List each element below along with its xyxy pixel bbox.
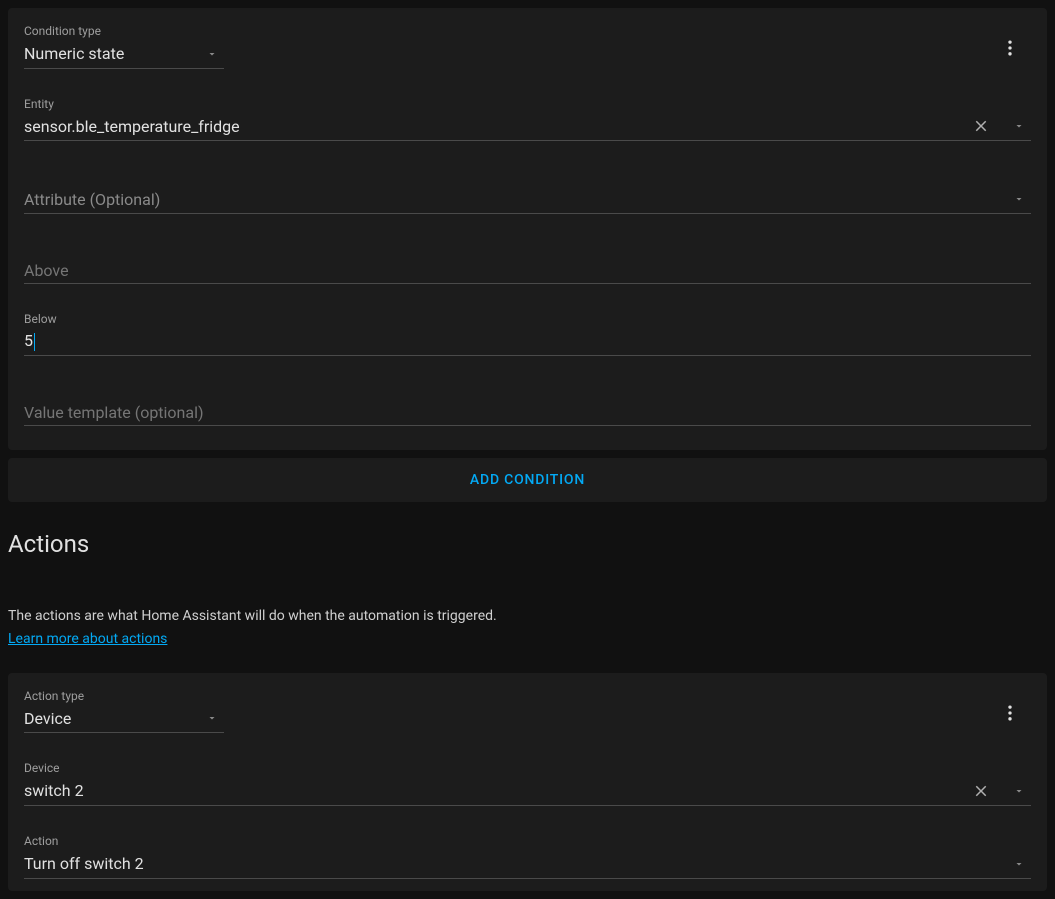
action-type-field: Action type Device bbox=[24, 689, 224, 734]
action-value: Turn off switch 2 bbox=[24, 853, 1001, 874]
above-field bbox=[24, 242, 1031, 284]
action-card: Action type Device Device switch 2 Actio… bbox=[8, 673, 1047, 891]
above-input[interactable] bbox=[24, 242, 1031, 284]
value-template-text-input[interactable] bbox=[24, 402, 1031, 423]
condition-type-select[interactable]: Numeric state bbox=[24, 42, 224, 69]
action-dropdown-icon[interactable] bbox=[1007, 852, 1031, 876]
action-type-value: Device bbox=[24, 708, 194, 729]
clear-entity-button[interactable] bbox=[969, 114, 993, 138]
entity-value: sensor.ble_temperature_fridge bbox=[24, 116, 969, 137]
chevron-down-icon bbox=[1013, 785, 1025, 797]
actions-section-title: Actions bbox=[8, 530, 1047, 558]
above-text-input[interactable] bbox=[24, 260, 1031, 281]
device-dropdown-icon[interactable] bbox=[1007, 779, 1031, 803]
attribute-select[interactable]: Attribute (Optional) bbox=[24, 169, 1031, 214]
action-overflow-menu[interactable] bbox=[998, 701, 1022, 725]
action-type-select[interactable]: Device bbox=[24, 706, 224, 733]
attribute-dropdown-icon[interactable] bbox=[1007, 187, 1031, 211]
entity-field: Entity sensor.ble_temperature_fridge bbox=[24, 97, 1031, 142]
action-select[interactable]: Turn off switch 2 bbox=[24, 852, 1031, 879]
device-select[interactable]: switch 2 bbox=[24, 779, 1031, 806]
attribute-placeholder: Attribute (Optional) bbox=[24, 189, 1001, 210]
value-template-field bbox=[24, 384, 1031, 426]
entity-select[interactable]: sensor.ble_temperature_fridge bbox=[24, 114, 1031, 141]
close-icon bbox=[972, 782, 990, 800]
attribute-field: Attribute (Optional) bbox=[24, 169, 1031, 214]
dots-vertical-icon bbox=[1000, 703, 1020, 723]
add-condition-button[interactable]: ADD CONDITION bbox=[8, 458, 1047, 502]
device-label: Device bbox=[24, 761, 1031, 777]
entity-label: Entity bbox=[24, 97, 1031, 113]
chevron-down-icon bbox=[1013, 120, 1025, 132]
device-field: Device switch 2 bbox=[24, 761, 1031, 806]
below-field: Below 5 bbox=[24, 312, 1031, 356]
clear-device-button[interactable] bbox=[969, 779, 993, 803]
below-input[interactable]: 5 bbox=[24, 330, 1031, 356]
condition-type-label: Condition type bbox=[24, 24, 224, 40]
entity-dropdown-icon[interactable] bbox=[1007, 114, 1031, 138]
chevron-down-icon bbox=[1013, 193, 1025, 205]
chevron-down-icon bbox=[1013, 858, 1025, 870]
action-field: Action Turn off switch 2 bbox=[24, 834, 1031, 879]
actions-description: The actions are what Home Assistant will… bbox=[8, 606, 1047, 627]
dropdown-caret-icon bbox=[200, 706, 224, 730]
below-value: 5 bbox=[24, 330, 1031, 352]
value-template-input[interactable] bbox=[24, 384, 1031, 426]
dots-vertical-icon bbox=[1000, 38, 1020, 58]
condition-overflow-menu[interactable] bbox=[998, 36, 1022, 60]
condition-card: Condition type Numeric state Entity sens… bbox=[8, 8, 1047, 450]
condition-type-field: Condition type Numeric state bbox=[24, 24, 224, 69]
action-type-label: Action type bbox=[24, 689, 224, 705]
dropdown-caret-icon bbox=[200, 42, 224, 66]
device-value: switch 2 bbox=[24, 780, 969, 801]
below-label: Below bbox=[24, 312, 1031, 328]
condition-type-value: Numeric state bbox=[24, 43, 194, 64]
learn-more-actions-link[interactable]: Learn more about actions bbox=[8, 631, 167, 647]
close-icon bbox=[972, 117, 990, 135]
